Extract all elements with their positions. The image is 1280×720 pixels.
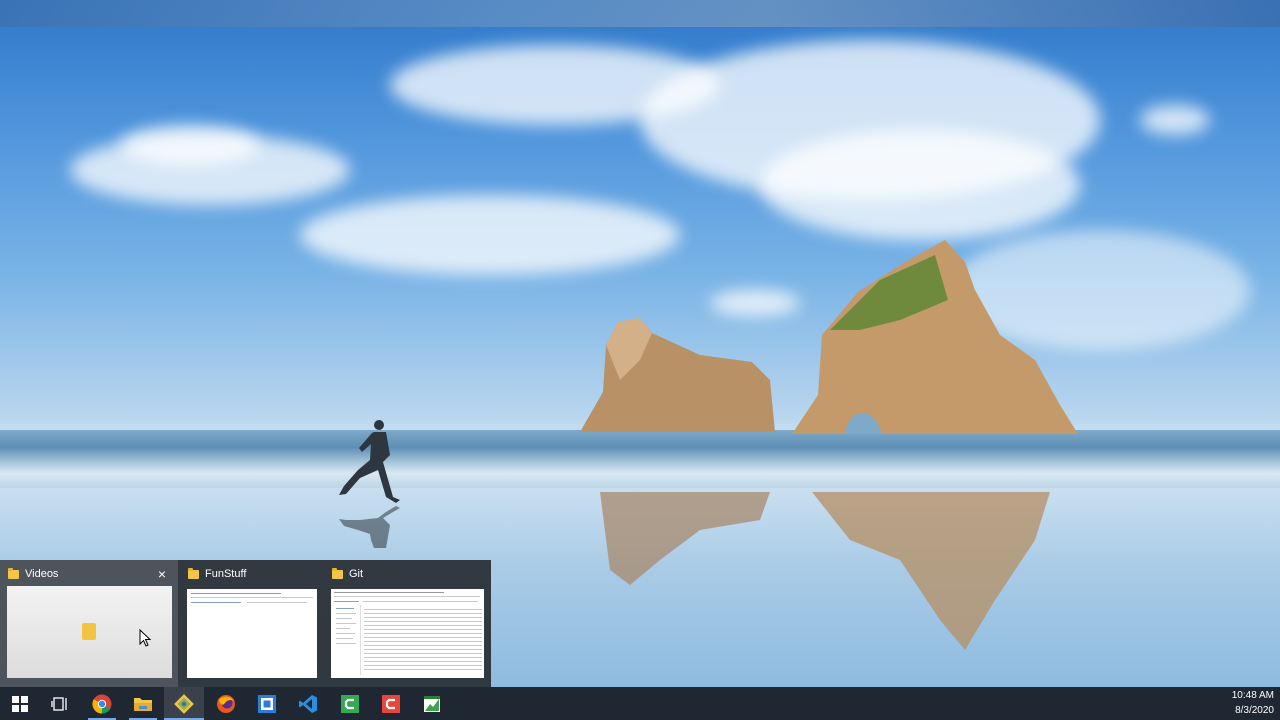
- window-thumbnail-funstuff[interactable]: FunStuff: [180, 560, 322, 687]
- clock-date: 8/3/2020: [1235, 705, 1274, 716]
- folder-icon: [332, 567, 343, 579]
- thumbnail-title: FunStuff: [205, 568, 247, 580]
- window-thumbnail-videos[interactable]: Videos ×: [0, 560, 178, 687]
- thumbnail-header: FunStuff: [188, 566, 314, 582]
- chrome-icon: [92, 694, 112, 714]
- window-thumbnail-git[interactable]: Git: [324, 560, 491, 687]
- window-preview-git: [331, 589, 484, 678]
- vscode-icon: [299, 694, 317, 713]
- taskbar-file-explorer[interactable]: [123, 687, 163, 720]
- taskbar: 10:48 AM 8/3/2020: [0, 687, 1280, 720]
- thumbnail-title: Videos: [25, 568, 59, 580]
- task-view-icon: [51, 696, 67, 711]
- window-preview-videos: [7, 586, 172, 678]
- windows-start-icon: [12, 695, 28, 712]
- system-clock[interactable]: 10:48 AM 8/3/2020: [1194, 688, 1274, 719]
- thumbnail-header: Git: [332, 566, 483, 582]
- start-button[interactable]: [0, 687, 40, 720]
- taskbar-vscode[interactable]: [288, 687, 328, 720]
- mouse-cursor-icon: [139, 629, 151, 647]
- taskbar-app-square[interactable]: [247, 687, 287, 720]
- green-c-app-icon: [341, 694, 359, 713]
- task-view-button[interactable]: [40, 687, 80, 720]
- taskbar-git[interactable]: [164, 687, 204, 720]
- firefox-icon: [217, 694, 235, 713]
- clock-time: 10:48 AM: [1231, 690, 1274, 701]
- spreadsheet-app-icon: [424, 695, 440, 712]
- close-window-button[interactable]: ×: [154, 566, 170, 582]
- app-square-icon: [258, 694, 276, 713]
- taskbar-green-c-app[interactable]: [330, 687, 370, 720]
- taskbar-chrome[interactable]: [82, 687, 122, 720]
- taskbar-thumbnail-flyout: Videos × FunStuff Git: [0, 560, 491, 687]
- taskbar-spreadsheet-app[interactable]: [412, 687, 452, 720]
- window-preview-funstuff: [187, 589, 317, 678]
- folder-icon: [188, 567, 199, 579]
- file-explorer-icon: [134, 697, 152, 711]
- taskbar-red-c-app[interactable]: [371, 687, 411, 720]
- folder-icon: [8, 567, 19, 579]
- red-c-app-icon: [382, 694, 400, 713]
- thumbnail-title: Git: [349, 568, 364, 580]
- thumbnail-header: Videos ×: [8, 566, 170, 582]
- taskbar-firefox[interactable]: [206, 687, 246, 720]
- git-icon: [174, 693, 194, 714]
- folder-icon: [82, 623, 96, 640]
